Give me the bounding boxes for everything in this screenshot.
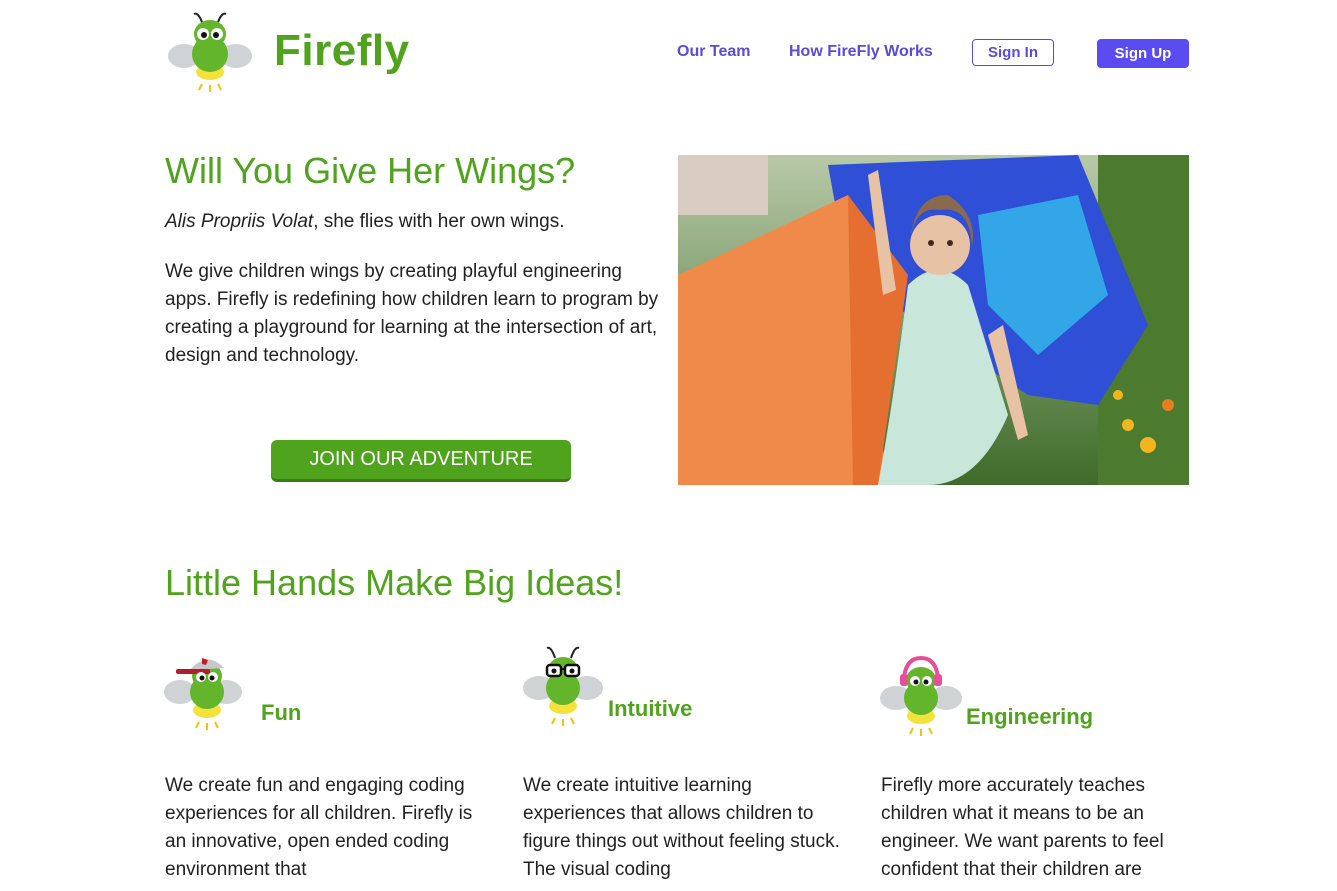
firefly-logo-icon[interactable] <box>166 10 254 94</box>
feature-title-engineering: Engineering <box>966 704 1094 729</box>
feature-text-fun: We create fun and engaging coding experi… <box>165 775 473 880</box>
brand-name[interactable]: Firefly <box>274 26 410 76</box>
nav-how-firefly-works[interactable]: How FireFly Works <box>789 43 933 61</box>
firefly-headphones-icon <box>878 648 968 738</box>
firefly-glasses-icon <box>521 638 611 728</box>
join-adventure-button[interactable]: JOIN OUR ADVENTURE <box>271 440 571 482</box>
hero-tagline: Alis Propriis Volat, she flies with her … <box>165 211 565 233</box>
nav-our-team[interactable]: Our Team <box>677 43 751 61</box>
hero-title: Will You Give Her Wings? <box>165 150 576 191</box>
hero-photo <box>678 155 1189 485</box>
firefly-cap-icon <box>162 642 252 732</box>
sign-in-button[interactable]: Sign In <box>972 39 1054 66</box>
section-title: Little Hands Make Big Ideas! <box>165 562 624 603</box>
tagline-latin: Alis Propriis Volat <box>165 211 314 232</box>
tagline-translation: , she flies with her own wings. <box>313 211 565 232</box>
feature-text-intuitive: We create intuitive learning experiences… <box>523 775 840 880</box>
feature-title-fun: Fun <box>261 700 302 725</box>
sign-up-button[interactable]: Sign Up <box>1097 39 1189 68</box>
feature-text-engineering: Firefly more accurately teaches children… <box>881 775 1164 880</box>
feature-title-intuitive: Intuitive <box>608 696 693 721</box>
hero-description: We give children wings by creating playf… <box>165 261 659 366</box>
